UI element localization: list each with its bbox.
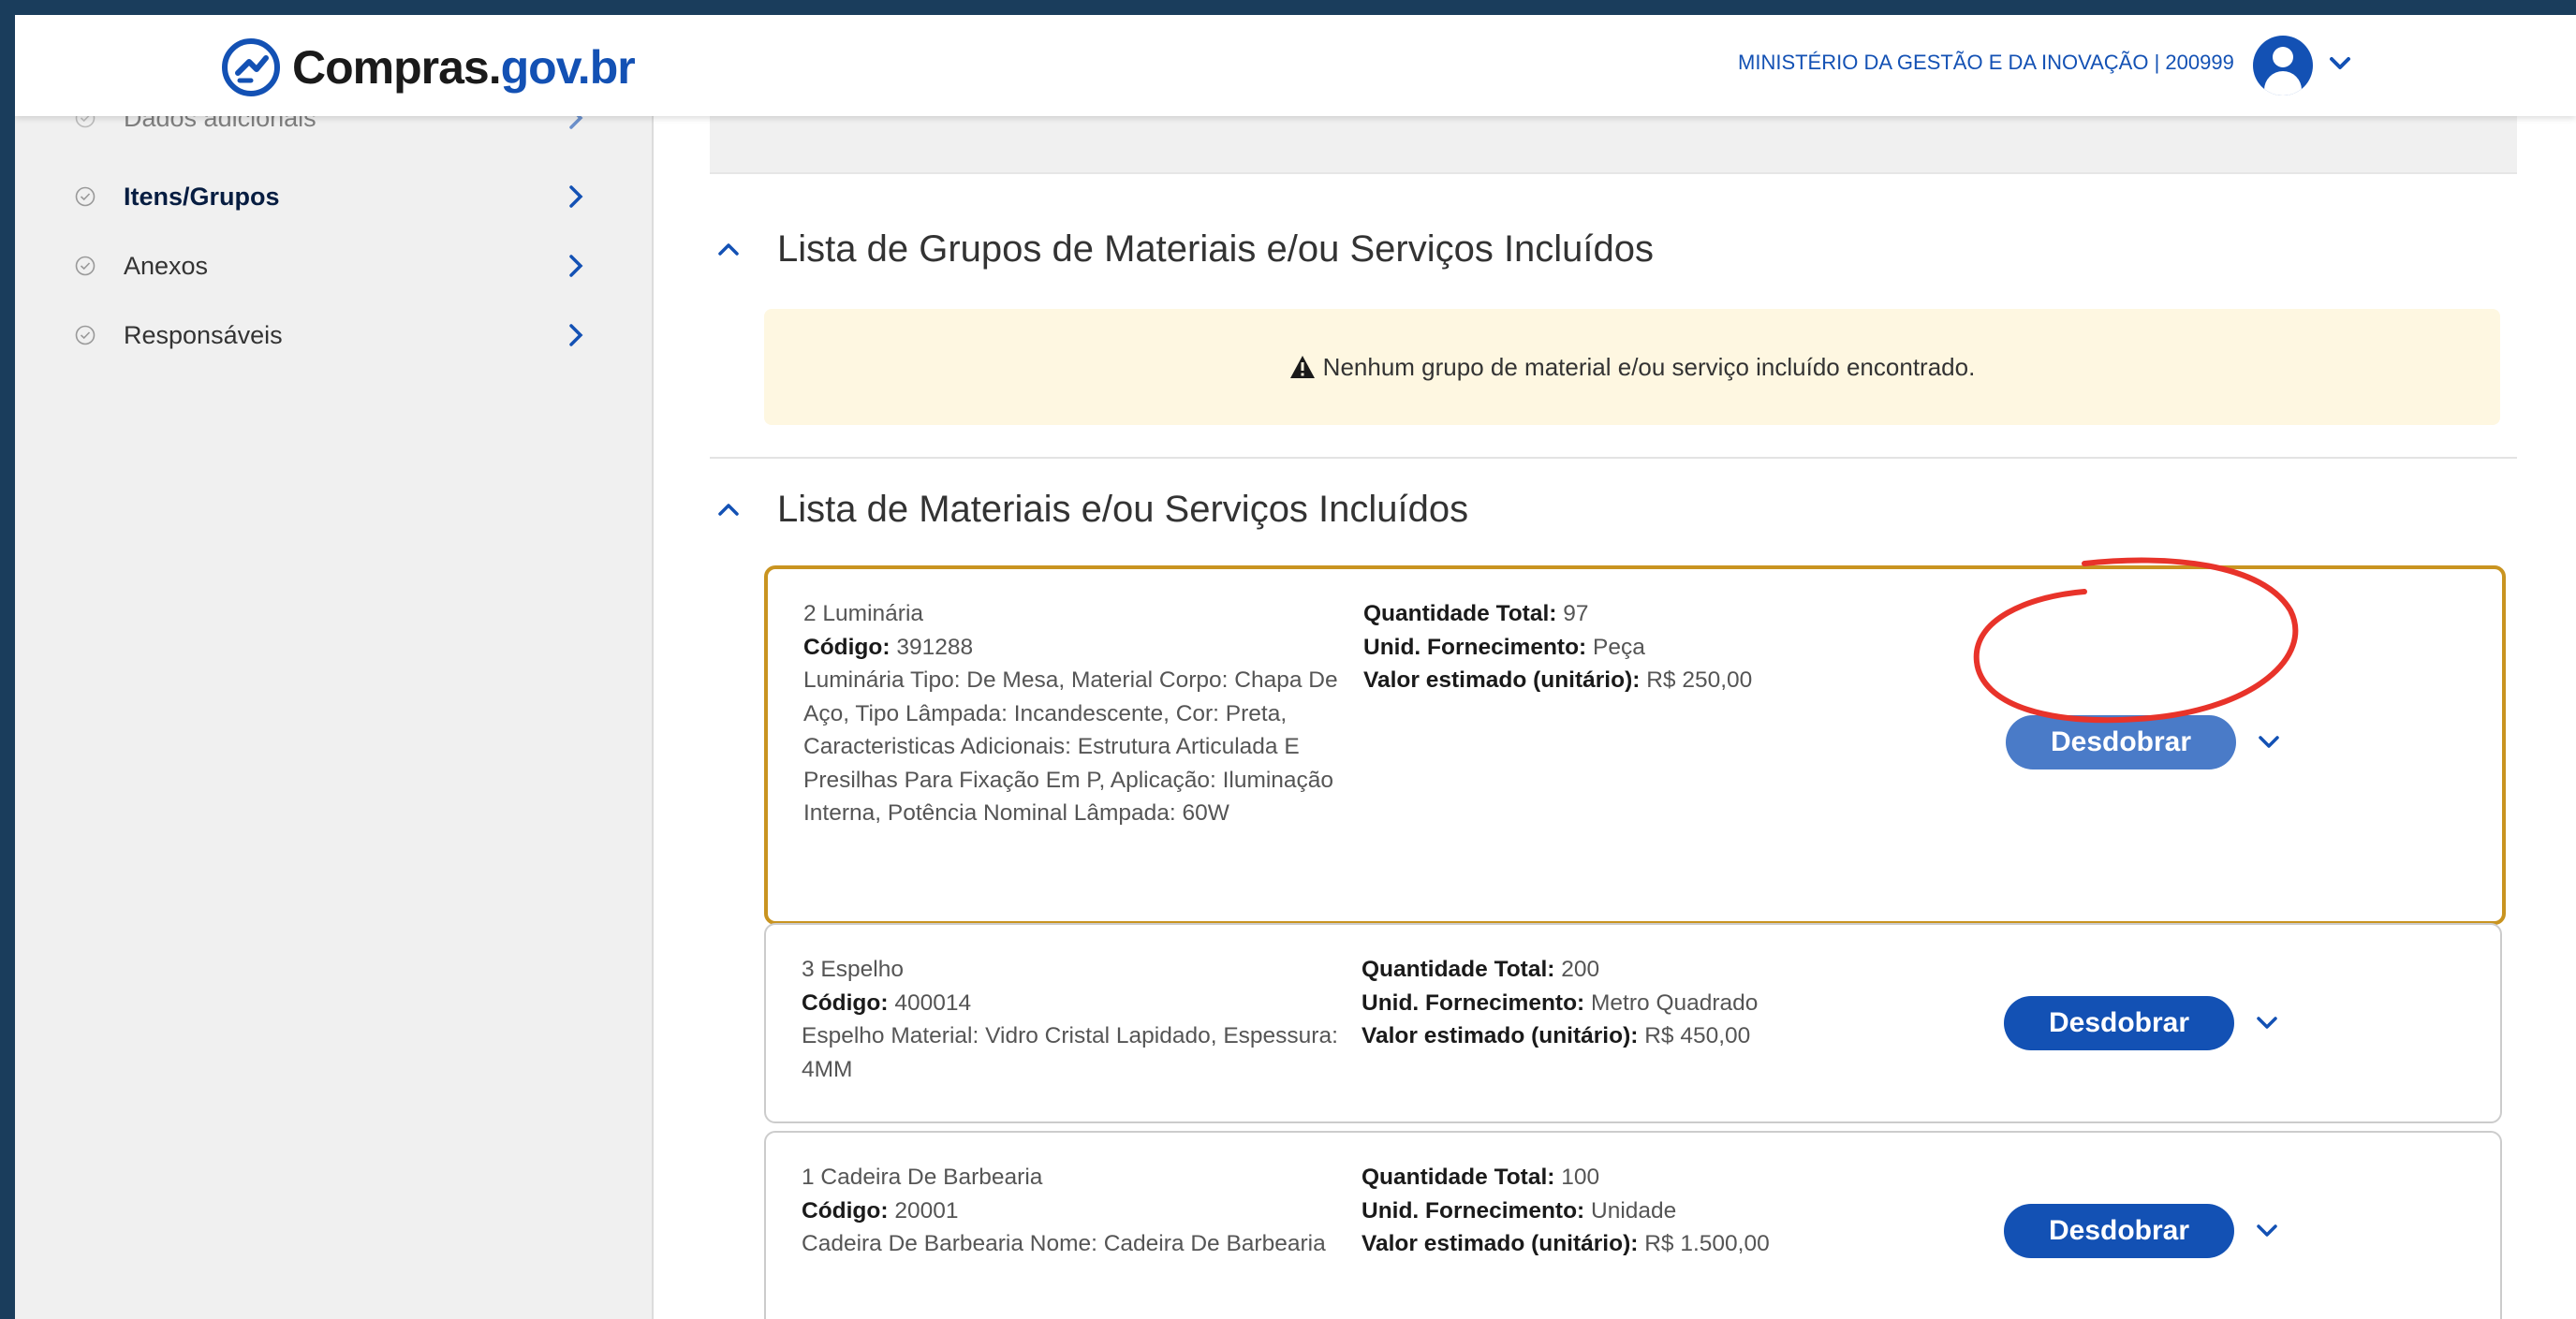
chevron-down-icon[interactable] <box>2255 1223 2279 1239</box>
item-details: Quantidade Total: 100 Unid. Fornecimento… <box>1362 1161 2017 1261</box>
value-row: Valor estimado (unitário): R$ 450,00 <box>1362 1019 2017 1053</box>
item-card-luminaria[interactable]: 2 Luminária Código: 391288 Luminária Tip… <box>764 565 2506 925</box>
unit-value: Peça <box>1586 634 1645 660</box>
value-row: Valor estimado (unitário): R$ 250,00 <box>1363 664 2019 697</box>
item-description: Espelho Material: Vidro Cristal Lapidado… <box>802 1023 1338 1082</box>
value-row: Valor estimado (unitário): R$ 1.500,00 <box>1362 1227 2017 1261</box>
item-details: Quantidade Total: 97 Unid. Fornecimento:… <box>1363 597 2019 697</box>
value-label: Valor estimado (unitário): <box>1363 667 1641 693</box>
qty-value: 97 <box>1556 601 1589 626</box>
empty-groups-alert: Nenhum grupo de material e/ou serviço in… <box>764 309 2500 425</box>
app-window: Compras.gov.br MINISTÉRIO DA GESTÃO E DA… <box>15 15 2576 1319</box>
logo-text-main: Compras. <box>292 41 502 94</box>
chevron-up-icon <box>718 504 739 516</box>
top-header: Compras.gov.br MINISTÉRIO DA GESTÃO E DA… <box>15 15 2576 116</box>
item-code-row: Código: 400014 <box>802 987 1375 1020</box>
code-label: Código: <box>803 634 891 660</box>
qty-label: Quantidade Total: <box>1362 1165 1555 1190</box>
divider <box>710 457 2517 459</box>
chevron-up-icon <box>718 243 739 256</box>
qty-label: Quantidade Total: <box>1363 601 1557 626</box>
chevron-down-icon[interactable] <box>2257 734 2281 751</box>
qty-value: 200 <box>1554 957 1600 982</box>
code-label: Código: <box>802 1197 889 1224</box>
sidebar-item-itens-grupos[interactable]: Itens/Grupos <box>15 169 652 225</box>
compras-logo-icon <box>222 38 280 96</box>
desdobrar-button[interactable]: Desdobrar <box>2004 996 2234 1050</box>
items-section-title: Lista de Materiais e/ou Serviços Incluíd… <box>777 488 1469 530</box>
unit-value: Unidade <box>1584 1197 1677 1224</box>
qty-row: Quantidade Total: 200 <box>1362 953 2017 987</box>
organization-label: MINISTÉRIO DA GESTÃO E DA INOVAÇÃO | 200… <box>1738 51 2234 74</box>
chevron-right-icon <box>569 324 583 346</box>
check-circle-icon <box>75 256 96 276</box>
item-details: Quantidade Total: 200 Unid. Fornecimento… <box>1362 953 2017 1053</box>
qty-label: Quantidade Total: <box>1362 957 1555 982</box>
unit-value: Metro Quadrado <box>1584 989 1759 1016</box>
unit-row: Unid. Fornecimento: Peça <box>1363 631 2019 665</box>
chevron-right-icon <box>569 185 583 208</box>
sidebar-item-responsaveis[interactable]: Responsáveis <box>15 307 652 363</box>
qty-value: 100 <box>1554 1165 1600 1190</box>
user-avatar-icon[interactable] <box>2253 36 2313 95</box>
logo-text: Compras.gov.br <box>292 40 636 95</box>
warning-icon <box>1289 356 1315 378</box>
item-description: Cadeira De Barbearia Nome: Cadeira De Ba… <box>802 1231 1326 1256</box>
unit-label: Unid. Fornecimento: <box>1362 1197 1585 1224</box>
item-name: 2 Luminária <box>803 601 924 626</box>
code-label: Código: <box>802 989 889 1016</box>
previous-section-footer <box>710 116 2517 174</box>
value-amount: R$ 250,00 <box>1640 667 1753 693</box>
value-label: Valor estimado (unitário): <box>1362 1023 1639 1048</box>
sidebar-item-label: Itens/Grupos <box>124 182 280 211</box>
sidebar-item-label: Responsáveis <box>124 320 283 349</box>
desdobrar-button[interactable]: Desdobrar <box>2006 715 2236 769</box>
groups-section-title: Lista de Grupos de Materiais e/ou Serviç… <box>777 227 1655 270</box>
item-info: 2 Luminária Código: 391288 Luminária Tip… <box>803 597 1376 830</box>
check-circle-icon <box>75 186 96 207</box>
value-amount: R$ 1.500,00 <box>1638 1231 1770 1256</box>
sidebar: Dados adicionais Itens/Grupos Anexos Res… <box>15 104 654 1319</box>
unit-label: Unid. Fornecimento: <box>1363 634 1587 660</box>
desdobrar-button[interactable]: Desdobrar <box>2004 1204 2234 1258</box>
item-info: 3 Espelho Código: 400014 Espelho Materia… <box>802 953 1375 1086</box>
item-code-row: Código: 20001 <box>802 1194 1375 1228</box>
chevron-right-icon <box>569 255 583 277</box>
value-label: Valor estimado (unitário): <box>1362 1231 1639 1256</box>
chevron-down-icon[interactable] <box>2328 54 2352 73</box>
item-code: 391288 <box>890 634 974 660</box>
main-content: Lista de Grupos de Materiais e/ou Serviç… <box>654 116 2576 1319</box>
alert-message: Nenhum grupo de material e/ou serviço in… <box>1322 352 1976 381</box>
unit-row: Unid. Fornecimento: Unidade <box>1362 1194 2017 1228</box>
item-code: 20001 <box>888 1197 959 1224</box>
item-code: 400014 <box>888 989 972 1016</box>
logo[interactable]: Compras.gov.br <box>219 36 636 99</box>
item-name: 3 Espelho <box>802 957 904 982</box>
item-info: 1 Cadeira De Barbearia Código: 20001 Cad… <box>802 1161 1375 1261</box>
check-circle-icon <box>75 325 96 345</box>
item-name: 1 Cadeira De Barbearia <box>802 1165 1043 1190</box>
item-card-espelho[interactable]: 3 Espelho Código: 400014 Espelho Materia… <box>764 923 2502 1123</box>
qty-row: Quantidade Total: 97 <box>1363 597 2019 631</box>
qty-row: Quantidade Total: 100 <box>1362 1161 2017 1194</box>
sidebar-item-anexos[interactable]: Anexos <box>15 238 652 294</box>
items-section-toggle[interactable]: Lista de Materiais e/ou Serviços Incluíd… <box>710 481 1468 537</box>
logo-text-gov: gov.br <box>500 41 636 94</box>
item-code-row: Código: 391288 <box>803 631 1376 665</box>
item-card-cadeira[interactable]: 1 Cadeira De Barbearia Código: 20001 Cad… <box>764 1131 2502 1319</box>
value-amount: R$ 450,00 <box>1638 1023 1751 1048</box>
unit-label: Unid. Fornecimento: <box>1362 989 1585 1016</box>
chevron-down-icon[interactable] <box>2255 1015 2279 1032</box>
sidebar-item-label: Anexos <box>124 251 209 280</box>
groups-section-toggle[interactable]: Lista de Grupos de Materiais e/ou Serviç… <box>710 221 1654 277</box>
unit-row: Unid. Fornecimento: Metro Quadrado <box>1362 987 2017 1020</box>
item-description: Luminária Tipo: De Mesa, Material Corpo:… <box>803 667 1338 826</box>
